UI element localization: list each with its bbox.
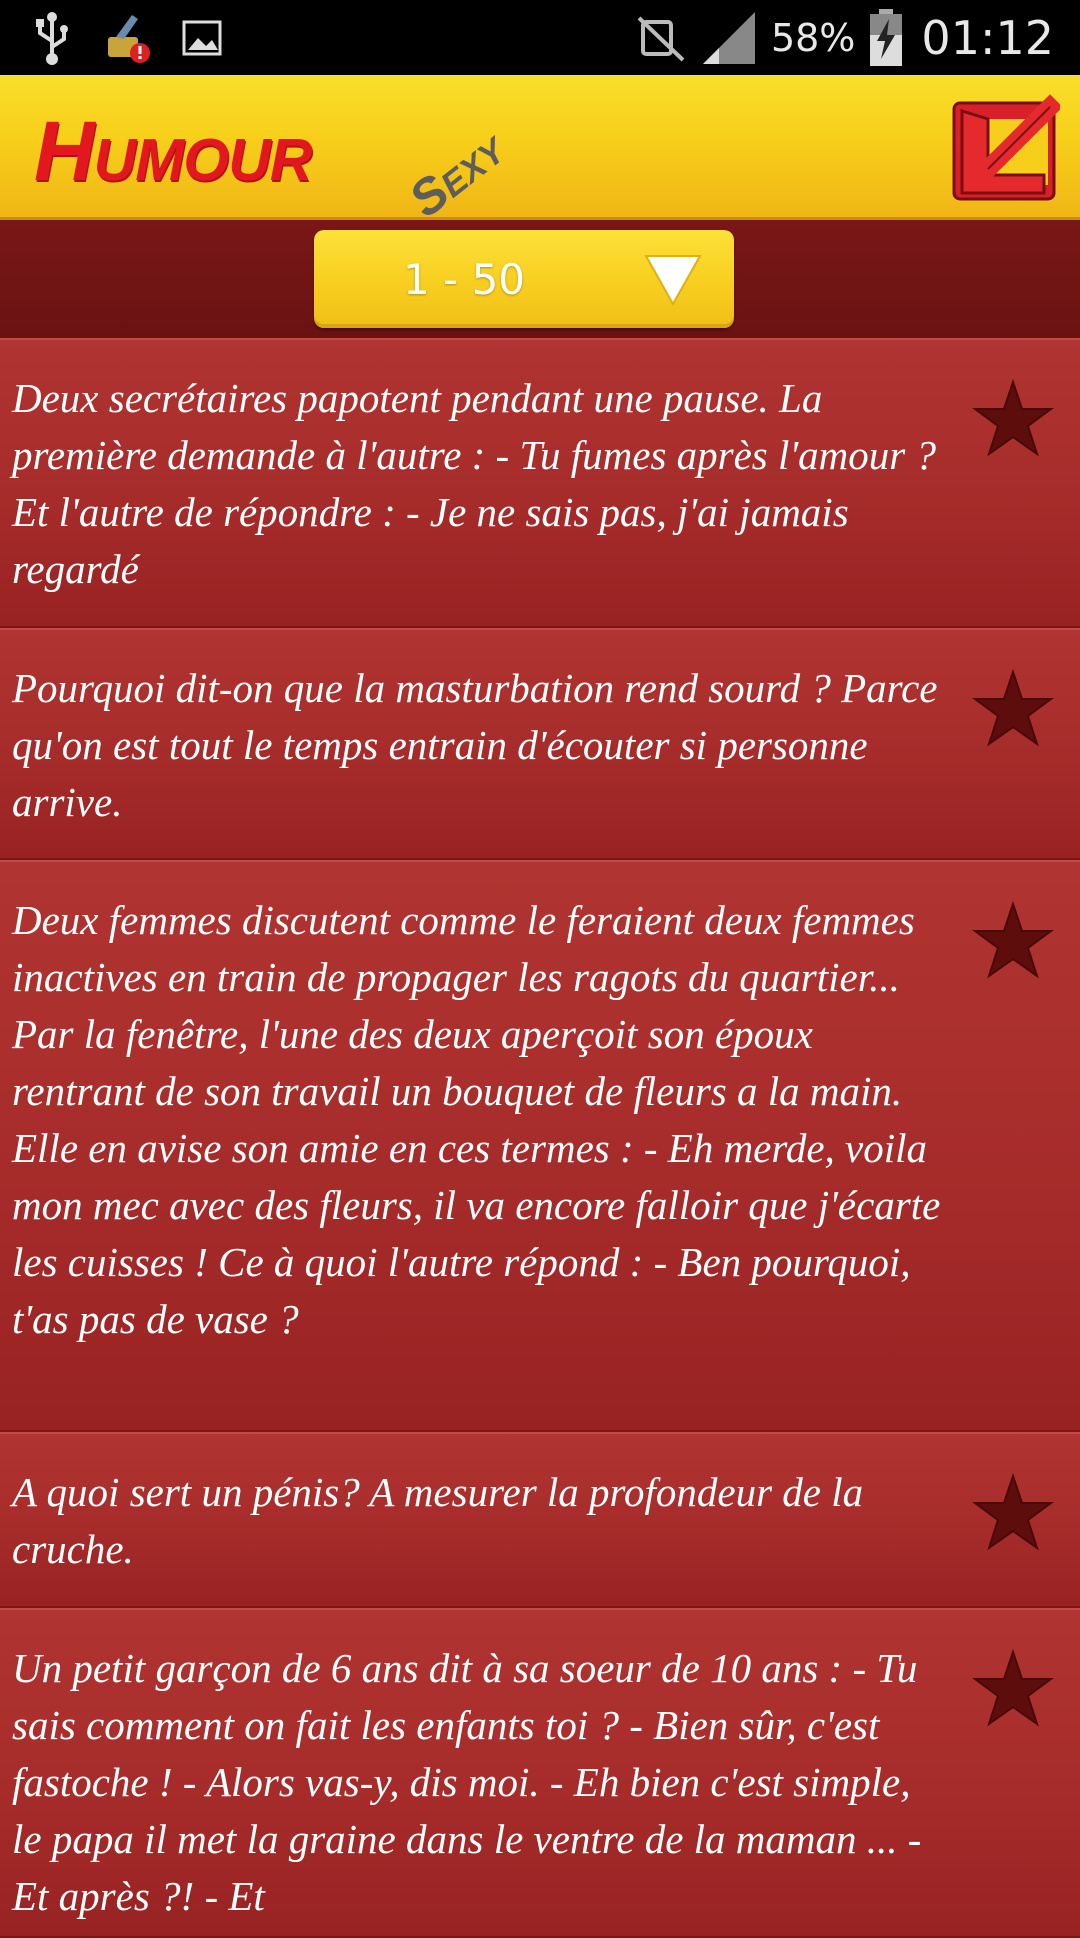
joke-text: Deux secrétaires papotent pendant une pa… [12, 375, 936, 592]
back-button[interactable] [948, 89, 1063, 205]
list-item[interactable]: Deux femmes discutent comme le feraient … [0, 860, 1080, 1432]
app-header: Humour Sexy [0, 75, 1080, 228]
joke-text: A quoi sert un pénis? A mesurer la profo… [12, 1469, 864, 1572]
star-icon[interactable] [972, 1648, 1054, 1730]
signal-icon [701, 10, 757, 66]
range-selected-value: 1 - 50 [402, 254, 526, 304]
joke-list: Deux secrétaires papotent pendant une pa… [0, 338, 1080, 1938]
star-icon[interactable] [972, 668, 1054, 750]
image-icon [182, 18, 222, 58]
clock: 01:12 [921, 10, 1054, 65]
usb-icon [32, 11, 72, 65]
battery-percent: 58% [770, 15, 856, 60]
back-arrow-icon [952, 94, 1063, 201]
app-subtitle: Sexy [398, 120, 515, 228]
list-item[interactable]: Deux secrétaires papotent pendant une pa… [0, 338, 1080, 628]
app-title: Humour [34, 104, 313, 198]
list-item[interactable]: A quoi sert un pénis? A mesurer la profo… [0, 1432, 1080, 1608]
list-item[interactable]: Un petit garçon de 6 ans dit à sa soeur … [0, 1608, 1080, 1938]
status-bar: 58% 01:12 [0, 0, 1080, 75]
range-dropdown[interactable]: 1 - 50 [314, 230, 734, 328]
cleaner-icon [102, 11, 152, 65]
mute-icon [635, 12, 687, 64]
joke-text: Deux femmes discutent comme le feraient … [12, 897, 941, 1342]
battery-icon [869, 8, 903, 67]
range-bar: 1 - 50 [0, 220, 1080, 338]
status-bar-right: 58% 01:12 [635, 0, 1054, 75]
list-item[interactable]: Pourquoi dit-on que la masturbation rend… [0, 628, 1080, 860]
joke-text: Un petit garçon de 6 ans dit à sa soeur … [12, 1645, 922, 1919]
star-icon[interactable] [972, 378, 1054, 460]
joke-text: Pourquoi dit-on que la masturbation rend… [12, 665, 938, 825]
triangle-down-icon [644, 255, 702, 306]
star-icon[interactable] [972, 900, 1054, 982]
star-icon[interactable] [972, 1472, 1054, 1554]
status-bar-left [32, 0, 222, 75]
